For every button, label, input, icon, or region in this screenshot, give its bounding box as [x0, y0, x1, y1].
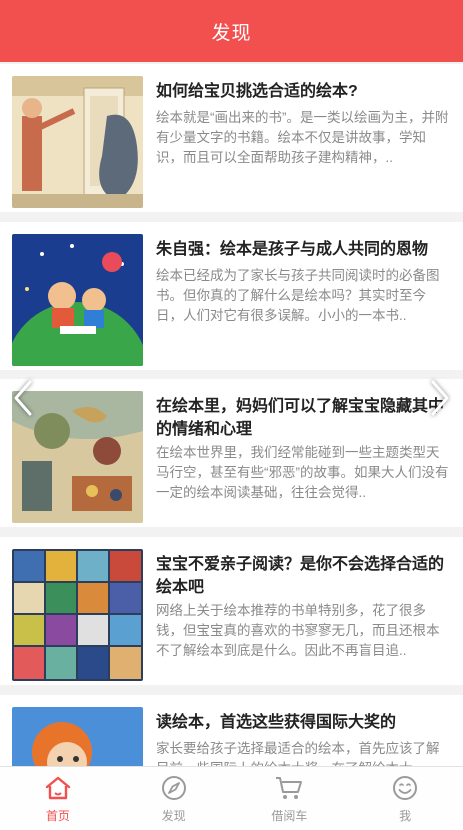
article-description: 绘本就是“画出来的书”。是一类以绘画为主，并附有少量文字的书籍。绘本不仅是讲故事…: [156, 110, 449, 165]
tab-me[interactable]: 我: [347, 767, 463, 830]
article-description: 在绘本世界里，我们经常能碰到一些主题类型天马行空，甚至有些“邪恶”的故事。如果大…: [156, 445, 449, 500]
article-thumbnail: [12, 76, 143, 208]
tab-discover[interactable]: 发现: [116, 767, 232, 830]
article-description: 绘本已经成为了家长与孩子共同阅读时的必备图书。但你真的了解什么是绘本吗？其实时至…: [156, 268, 440, 323]
article-list[interactable]: 如何给宝贝挑选合适的绘本? 绘本就是“画出来的书”。是一类以绘画为主，并附有少量…: [0, 62, 463, 766]
carousel-next-button[interactable]: [425, 376, 455, 420]
article-title: 读绘本，首选这些获得国际大奖的: [156, 714, 397, 731]
home-icon: [43, 773, 73, 803]
tab-label: 借阅车: [271, 809, 308, 823]
article-card[interactable]: 宝宝不爱亲子阅读？是你不会选择合适的绘本吧 网络上关于绘本推荐的书单特别多，花了…: [0, 537, 463, 685]
article-title: 朱自强：绘本是孩子与成人共同的恩物: [156, 241, 429, 258]
smile-icon: [390, 773, 420, 803]
chevron-right-icon: [431, 380, 449, 416]
tab-label: 首页: [45, 809, 70, 823]
carousel-prev-button[interactable]: [8, 376, 38, 420]
article-thumbnail: [12, 234, 143, 366]
article-title: 在绘本里，妈妈们可以了解宝宝隐藏其中的情绪和心理: [156, 398, 445, 438]
page-header: 发现: [0, 0, 463, 62]
article-card[interactable]: 朱自强：绘本是孩子与成人共同的恩物 绘本已经成为了家长与孩子共同阅读时的必备图书…: [0, 222, 463, 370]
article-card[interactable]: 如何给宝贝挑选合适的绘本? 绘本就是“画出来的书”。是一类以绘画为主，并附有少量…: [0, 64, 463, 212]
article-thumbnail: [12, 707, 143, 766]
article-title: 宝宝不爱亲子阅读？是你不会选择合适的绘本吧: [156, 556, 445, 596]
page-title: 发现: [211, 22, 252, 44]
cart-icon: [274, 773, 304, 803]
article-card[interactable]: 在绘本里，妈妈们可以了解宝宝隐藏其中的情绪和心理 在绘本世界里，我们经常能碰到一…: [0, 379, 463, 527]
tab-label: 我: [399, 809, 412, 823]
tab-cart[interactable]: 借阅车: [232, 767, 348, 830]
tab-label: 发现: [161, 809, 186, 823]
chevron-left-icon: [14, 380, 32, 416]
compass-icon: [159, 773, 189, 803]
article-thumbnail: [12, 549, 143, 681]
article-title: 如何给宝贝挑选合适的绘本?: [156, 83, 358, 100]
article-card[interactable]: 读绘本，首选这些获得国际大奖的 家长要给孩子选择最适合的绘本，首先应该了解目前一…: [0, 695, 463, 766]
bottom-tab-bar: 首页 发现 借阅车 我: [0, 766, 463, 830]
article-description: 家长要给孩子选择最适合的绘本，首先应该了解目前一些国际上的绘本大奖，在了解绘本大: [156, 741, 440, 766]
article-description: 网络上关于绘本推荐的书单特别多，花了很多钱，但宝宝真的喜欢的书寥寥无几，而且还根…: [156, 603, 440, 658]
tab-home[interactable]: 首页: [0, 767, 116, 830]
